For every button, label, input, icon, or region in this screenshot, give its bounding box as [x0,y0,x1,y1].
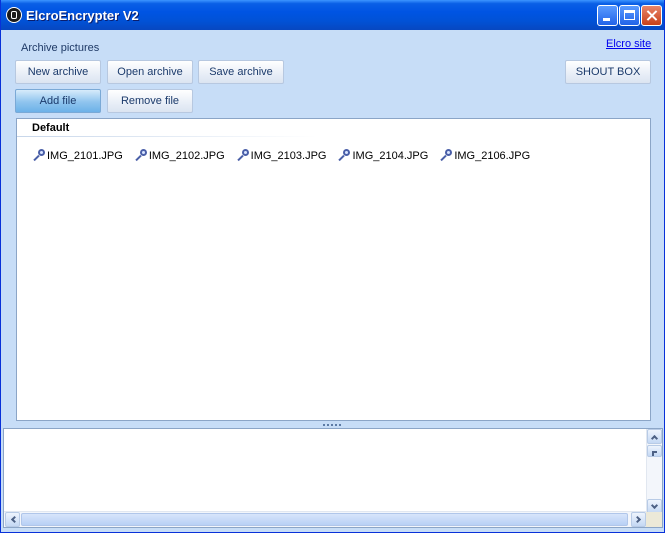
elcro-site-link[interactable]: Elcro site [606,38,651,50]
archive-file-panel[interactable]: Default IMG_2101.JPG IMG_2102.JPG IMG_21… [16,118,651,421]
horizontal-scroll-thumb[interactable] [21,513,628,526]
vertical-scroll-thumb[interactable] [647,445,662,457]
file-item[interactable]: IMG_2103.JPG [236,149,327,162]
key-icon [236,149,249,162]
file-name: IMG_2101.JPG [47,149,123,162]
vertical-scrollbar[interactable] [646,429,662,514]
key-icon [134,149,147,162]
panel-splitter[interactable] [323,424,341,427]
group-header: Default [32,122,70,134]
new-archive-button[interactable]: New archive [15,60,101,84]
scroll-up-icon[interactable] [647,429,662,444]
file-name: IMG_2102.JPG [148,149,225,162]
file-list: IMG_2101.JPG IMG_2102.JPG IMG_2103.JPG I… [32,149,541,162]
key-icon [439,149,453,162]
scroll-right-icon[interactable] [631,512,646,527]
app-lock-icon[interactable] [6,7,22,23]
minimize-button[interactable] [597,5,618,26]
scrollbar-corner [646,512,662,527]
app-window: ElcroEncrypter V2 Archive pictures Elcro… [0,0,665,533]
save-archive-button[interactable]: Save archive [198,60,284,84]
file-item[interactable]: IMG_2106.JPG [439,149,530,162]
open-archive-button[interactable]: Open archive [107,60,193,84]
key-icon [32,149,45,162]
maximize-button[interactable] [619,5,640,26]
add-file-button[interactable]: Add file [15,89,101,113]
file-item[interactable]: IMG_2101.JPG [32,149,123,162]
file-item[interactable]: IMG_2104.JPG [337,149,428,162]
file-name: IMG_2104.JPG [352,149,429,162]
horizontal-scrollbar[interactable] [4,511,647,527]
key-icon [337,149,351,162]
shout-box-button[interactable]: SHOUT BOX [565,60,651,84]
title-bar[interactable]: ElcroEncrypter V2 [1,0,664,30]
file-item[interactable]: IMG_2102.JPG [134,149,225,162]
file-name: IMG_2103.JPG [250,149,327,162]
scroll-left-icon[interactable] [5,512,20,527]
close-button[interactable] [641,5,662,26]
file-name: IMG_2106.JPG [454,149,531,162]
archive-pictures-label: Archive pictures [21,42,100,54]
group-header-divider [17,136,317,137]
window-title: ElcroEncrypter V2 [26,8,139,23]
remove-file-button[interactable]: Remove file [107,89,193,113]
log-text-area[interactable] [3,428,663,528]
